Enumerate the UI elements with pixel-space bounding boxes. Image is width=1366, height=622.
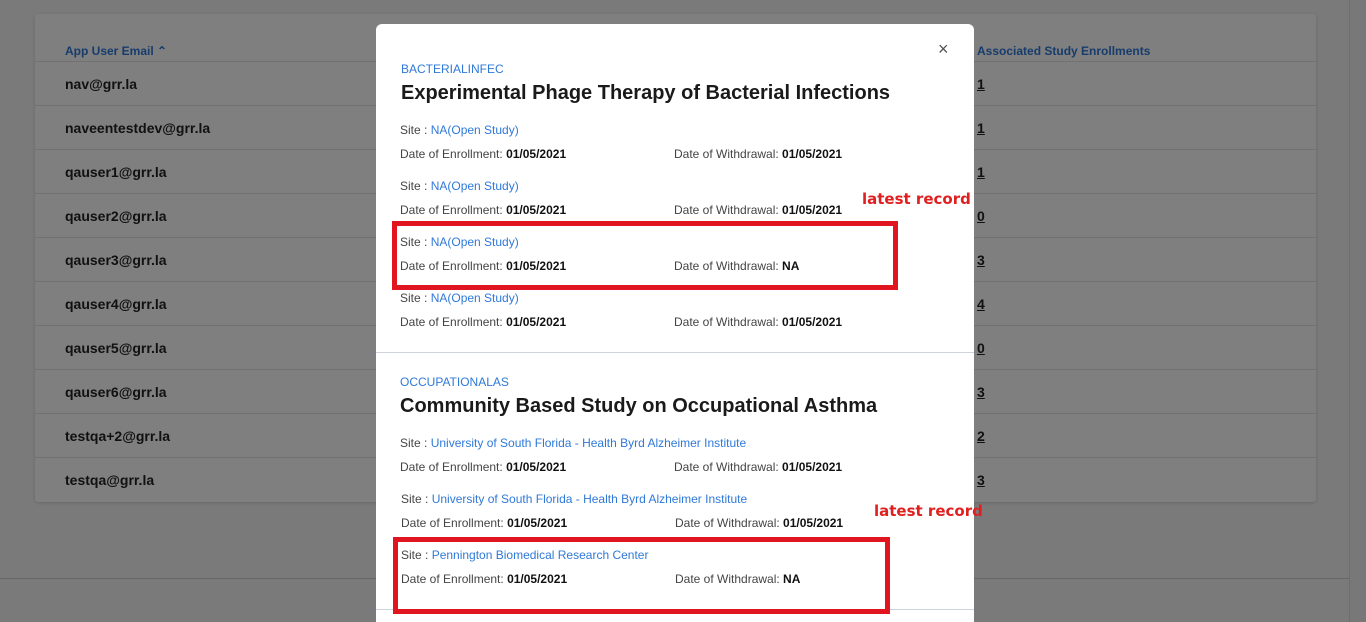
enrollment-date: Date of Enrollment: 01/05/2021 [401, 516, 568, 530]
site-link[interactable]: University of South Florida - Health Byr… [431, 436, 746, 450]
site-link[interactable]: NA(Open Study) [431, 179, 519, 193]
site-link[interactable]: University of South Florida - Health Byr… [432, 492, 747, 506]
site-line: Site : University of South Florida - Hea… [401, 492, 748, 506]
enrollment-date: Date of Enrollment: 01/05/2021 [400, 315, 567, 329]
enrollments-modal: × BACTERIALINFEC Experimental Phage Ther… [376, 24, 974, 622]
site-link[interactable]: NA(Open Study) [431, 123, 519, 137]
site-line: Site : NA(Open Study) [400, 123, 519, 137]
enrollment-date: Date of Enrollment: 01/05/2021 [400, 460, 567, 474]
highlight-box [393, 537, 890, 614]
site-line: Site : NA(Open Study) [400, 179, 519, 193]
study-divider [376, 352, 974, 353]
site-line: Site : NA(Open Study) [400, 291, 519, 305]
site-line: Site : University of South Florida - Hea… [400, 436, 747, 450]
site-link[interactable]: NA(Open Study) [431, 291, 519, 305]
study-code: BACTERIALINFEC [401, 62, 504, 76]
latest-record-annotation: latest record [862, 190, 971, 208]
enrollment-date: Date of Enrollment: 01/05/2021 [400, 147, 567, 161]
enrollment-date: Date of Enrollment: 01/05/2021 [400, 203, 567, 217]
withdrawal-date: Date of Withdrawal: 01/05/2021 [674, 203, 843, 217]
withdrawal-date: Date of Withdrawal: 01/05/2021 [674, 460, 843, 474]
study-code: OCCUPATIONALAS [400, 375, 509, 389]
study-title: Experimental Phage Therapy of Bacterial … [401, 82, 891, 104]
withdrawal-date: Date of Withdrawal: 01/05/2021 [674, 147, 843, 161]
close-icon[interactable]: × [938, 40, 949, 58]
withdrawal-date: Date of Withdrawal: 01/05/2021 [674, 315, 843, 329]
highlight-box [392, 221, 898, 290]
withdrawal-date: Date of Withdrawal: 01/05/2021 [675, 516, 844, 530]
study-title: Community Based Study on Occupational As… [400, 395, 878, 417]
latest-record-annotation: latest record [874, 502, 983, 520]
